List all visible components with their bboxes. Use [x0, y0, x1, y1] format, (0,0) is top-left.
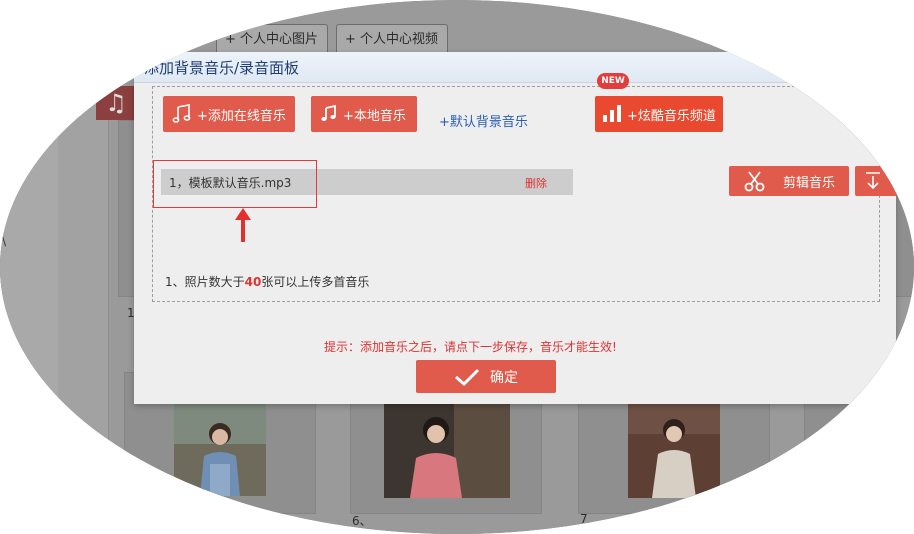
add-online-music-button[interactable]: +添加在线音乐	[163, 96, 295, 132]
upload-rule-text: 1、照片数大于40张可以上传多首音乐	[165, 273, 369, 290]
delete-music-link[interactable]: 删除	[525, 175, 547, 191]
dialog-title: 添加背景音乐/录音面板	[144, 59, 300, 77]
download-music-label: 下载音乐	[893, 175, 914, 191]
download-music-button[interactable]: 下载音乐	[855, 166, 914, 196]
tab-personal-videos[interactable]: + 个人中心视频	[336, 24, 448, 54]
tab-personal-images[interactable]: + 个人中心图片	[216, 24, 328, 54]
screenshot-stage: \ \ + 个人中心图片 + 个人中心视频 ♫ 1 2 3 4	[0, 0, 914, 534]
red-arrow-icon	[235, 208, 251, 242]
default-background-music-link[interactable]: +默认背景音乐	[439, 111, 528, 130]
photo-girl-blue-top	[174, 404, 266, 496]
download-icon	[865, 172, 880, 190]
dialog-header: 添加背景音乐/录音面板	[134, 52, 896, 83]
background-left-panel	[58, 60, 109, 534]
rule-number: 40	[244, 275, 262, 289]
local-music-label: +本地音乐	[343, 108, 406, 124]
rule-suffix: 张可以上传多首音乐	[261, 275, 370, 289]
edit-music-label: 剪辑音乐	[782, 175, 835, 191]
background-side-glyph: \	[2, 298, 7, 312]
new-badge: NEW	[597, 73, 629, 89]
confirm-button[interactable]: 确定	[416, 360, 556, 393]
check-icon	[455, 368, 480, 386]
music-settings-area: +添加在线音乐 +本地音乐 +默认背景音乐 NEW +炫酷音乐频道 1，模板默认…	[152, 73, 914, 302]
add-online-music-label: +添加在线音乐	[197, 108, 286, 124]
background-left-sidebar	[0, 60, 59, 534]
rule-prefix: 1、照片数大于	[165, 275, 245, 289]
highlight-box	[153, 160, 317, 208]
item-number: 7	[580, 512, 588, 526]
edit-music-button[interactable]: 剪辑音乐	[729, 166, 849, 196]
music-note-icon: ♫	[96, 86, 136, 120]
equalizer-icon	[603, 105, 621, 122]
background-side-glyph: \	[2, 234, 7, 248]
cool-music-channel-button[interactable]: +炫酷音乐频道	[595, 96, 723, 132]
item-number: 6、	[352, 514, 372, 528]
confirm-label: 确定	[490, 369, 518, 386]
cool-music-channel-label: +炫酷音乐频道	[627, 108, 716, 124]
music-note-icon	[321, 104, 336, 121]
tip-text: 提示：添加音乐之后，请点下一步保存，音乐才能生效!	[324, 340, 617, 354]
photo-girl-white-dress	[628, 404, 720, 498]
music-note-icon	[172, 104, 191, 123]
music-panel-dialog: 添加背景音乐/录音面板 +添加在线音乐 +本地音乐 +默认背景音乐 NEW +炫…	[134, 52, 914, 404]
local-music-button[interactable]: +本地音乐	[311, 96, 417, 132]
photo-girl-pink-top	[384, 404, 510, 498]
scissors-icon	[744, 171, 765, 192]
